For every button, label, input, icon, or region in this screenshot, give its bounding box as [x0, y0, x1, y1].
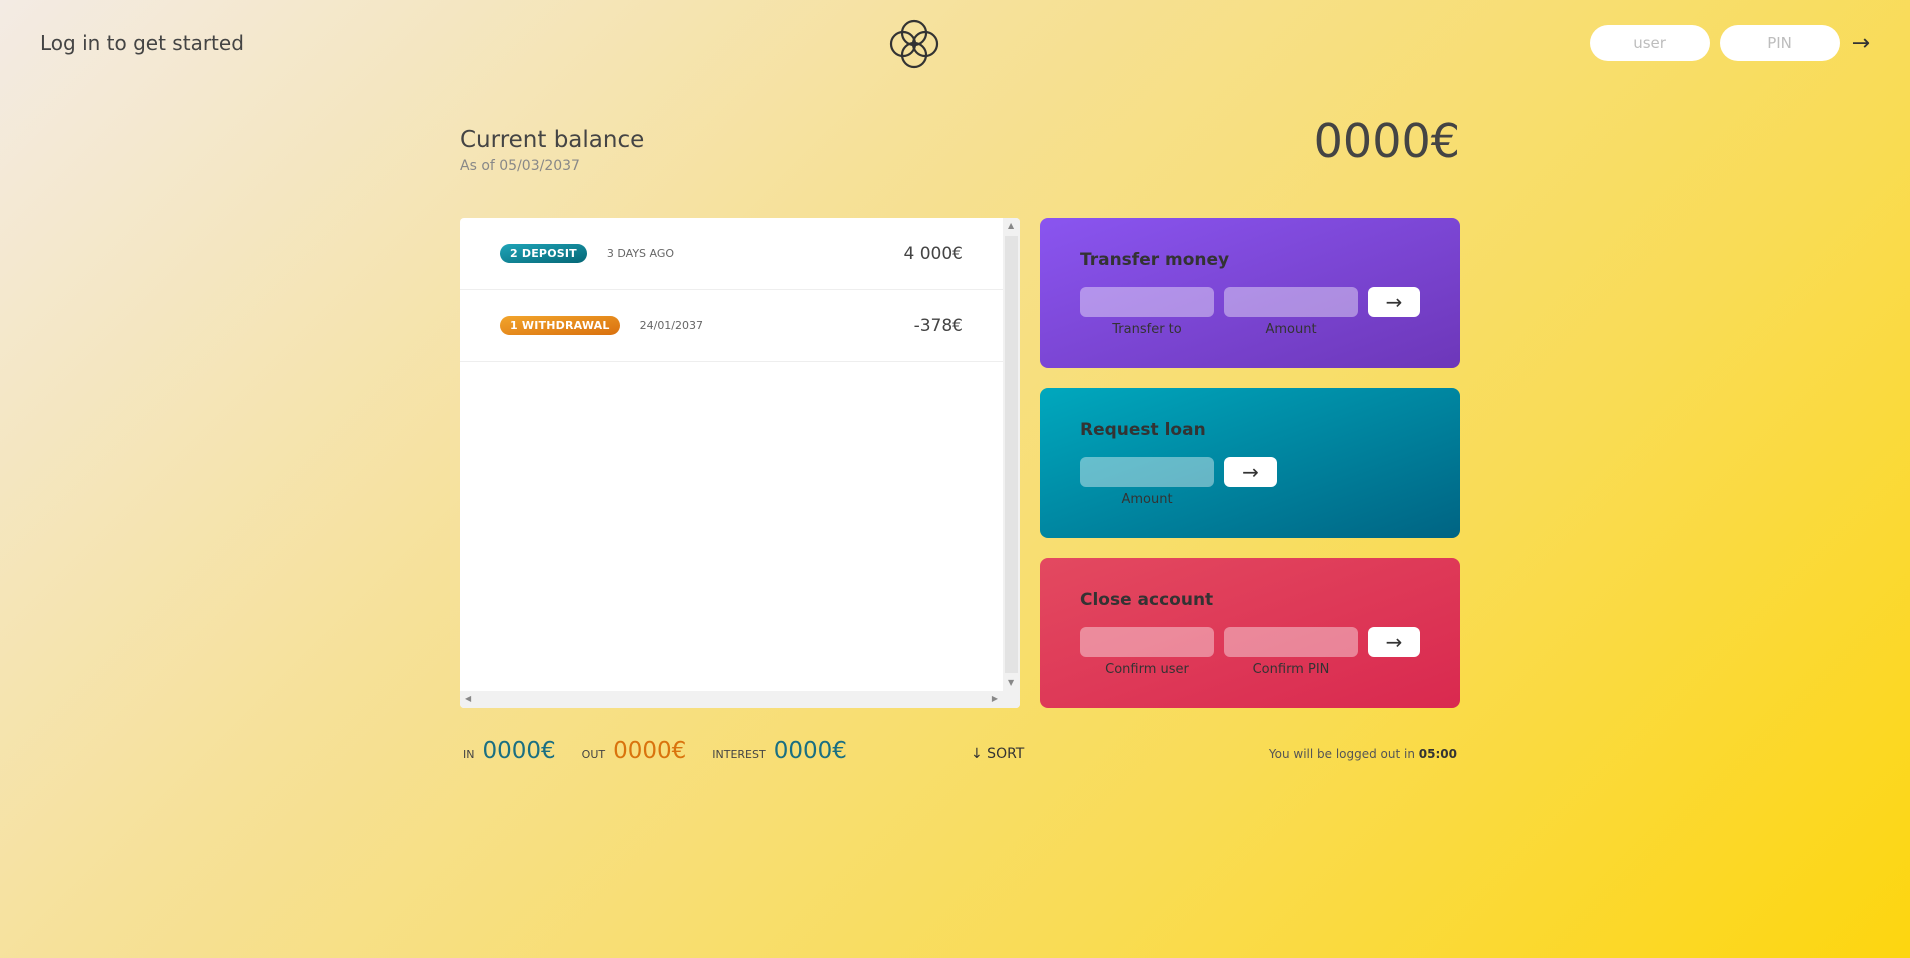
bankist-logo-icon [889, 19, 939, 69]
loan-form: Amount → [1080, 457, 1420, 507]
scroll-down-icon[interactable]: ▼ [1008, 679, 1014, 687]
request-loan-panel: Request loan Amount → [1040, 388, 1460, 538]
movements-panel[interactable]: 2 deposit 3 days ago 4 000€ 1 withdrawal… [460, 218, 1020, 708]
sort-button[interactable]: ↓ SORT [971, 746, 1024, 762]
summary-bar: In 0000€ Out 0000€ Interest 0000€ [463, 738, 873, 764]
movement-row: 2 deposit 3 days ago 4 000€ [460, 218, 1003, 290]
summary-interest-value: 0000€ [773, 738, 847, 764]
close-submit-button[interactable]: → [1368, 627, 1420, 657]
loan-amount-label: Amount [1121, 492, 1173, 507]
transfer-money-panel: Transfer money Transfer to Amount → [1040, 218, 1460, 368]
loan-amount-field: Amount [1080, 457, 1214, 507]
confirm-pin-field: Confirm PIN [1224, 627, 1358, 677]
login-form: → [1589, 25, 1870, 61]
loan-amount-input[interactable] [1080, 457, 1214, 487]
movement-value: 4 000€ [903, 243, 963, 264]
vertical-scroll-thumb[interactable] [1005, 236, 1018, 673]
close-account-panel: Close account Confirm user Confirm PIN → [1040, 558, 1460, 708]
balance-date: As of 05/03/2037 [460, 158, 580, 174]
balance-value: 0000€ [1313, 114, 1460, 168]
transfer-amount-input[interactable] [1224, 287, 1358, 317]
logout-text: You will be logged out in [1268, 747, 1415, 761]
login-user-input[interactable] [1589, 25, 1710, 61]
logout-timer: You will be logged out in 05:00 [1269, 747, 1457, 761]
movement-date: 24/01/2037 [639, 319, 704, 332]
transfer-amount-field: Amount [1224, 287, 1358, 337]
welcome-message: Log in to get started [40, 31, 244, 55]
scroll-up-icon[interactable]: ▲ [1008, 222, 1014, 230]
movement-type-badge: 1 withdrawal [500, 316, 620, 335]
logout-timer-value: 05:00 [1418, 747, 1457, 761]
transfer-to-input[interactable] [1080, 287, 1214, 317]
transfer-to-label: Transfer to [1112, 322, 1182, 337]
movement-row: 1 withdrawal 24/01/2037 -378€ [460, 290, 1003, 362]
top-nav: Log in to get started → [0, 0, 1910, 88]
transfer-title: Transfer money [1080, 250, 1230, 270]
horizontal-scrollbar[interactable]: ◀ ▶ [460, 691, 1020, 708]
summary-in-label: In [463, 748, 475, 761]
confirm-user-input[interactable] [1080, 627, 1214, 657]
scroll-left-icon[interactable]: ◀ [465, 695, 471, 703]
transfer-form: Transfer to Amount → [1080, 287, 1420, 337]
summary-out-value: 0000€ [613, 738, 687, 764]
movement-type-badge: 2 deposit [500, 244, 587, 263]
movement-value: -378€ [913, 315, 963, 336]
loan-submit-button[interactable]: → [1224, 457, 1277, 487]
transfer-to-field: Transfer to [1080, 287, 1214, 337]
transfer-submit-button[interactable]: → [1368, 287, 1420, 317]
confirm-pin-input[interactable] [1224, 627, 1358, 657]
movements-list: 2 deposit 3 days ago 4 000€ 1 withdrawal… [460, 218, 1003, 691]
confirm-user-field: Confirm user [1080, 627, 1214, 677]
close-title: Close account [1080, 590, 1214, 610]
summary-interest-label: Interest [712, 748, 766, 761]
confirm-pin-label: Confirm PIN [1252, 662, 1330, 677]
loan-title: Request loan [1080, 420, 1206, 440]
login-button[interactable]: → [1852, 31, 1870, 56]
login-pin-input[interactable] [1719, 25, 1840, 61]
balance-label: Current balance [460, 127, 645, 153]
summary-in-value: 0000€ [482, 738, 556, 764]
confirm-user-label: Confirm user [1105, 662, 1189, 677]
transfer-amount-label: Amount [1265, 322, 1317, 337]
scroll-right-icon[interactable]: ▶ [992, 695, 998, 703]
close-form: Confirm user Confirm PIN → [1080, 627, 1420, 677]
vertical-scrollbar[interactable]: ▲ ▼ [1003, 218, 1020, 691]
movement-date: 3 days ago [606, 247, 675, 260]
summary-out-label: Out [581, 748, 606, 761]
